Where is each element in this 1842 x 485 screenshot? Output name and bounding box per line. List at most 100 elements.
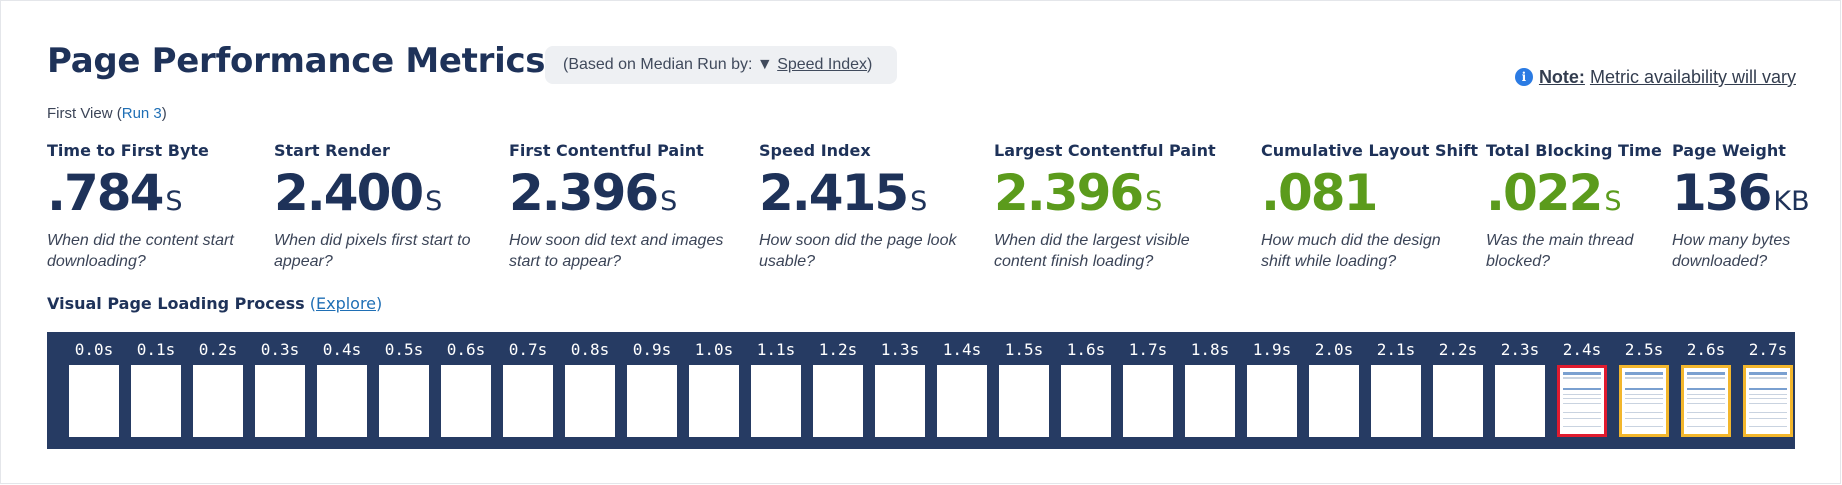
- metric-unit: KB: [1773, 186, 1810, 217]
- frame-time-label: 1.3s: [880, 340, 920, 359]
- frame-thumbnail[interactable]: [1681, 365, 1731, 437]
- frame-thumbnail[interactable]: [1309, 365, 1359, 437]
- filmstrip-frame[interactable]: 0.5s: [379, 332, 429, 449]
- filmstrip-frame[interactable]: 0.4s: [317, 332, 367, 449]
- frame-thumbnail[interactable]: [875, 365, 925, 437]
- filmstrip-frame[interactable]: 2.7s: [1743, 332, 1793, 449]
- filmstrip-frame[interactable]: 1.7s: [1123, 332, 1173, 449]
- frame-thumbnail[interactable]: [1061, 365, 1111, 437]
- thumbnail-content: [1749, 426, 1787, 427]
- frame-thumbnail[interactable]: [1743, 365, 1793, 437]
- filmstrip-frame[interactable]: 1.3s: [875, 332, 925, 449]
- filmstrip-frame[interactable]: 2.0s: [1309, 332, 1359, 449]
- frame-time-label: 2.6s: [1686, 340, 1726, 359]
- explore-link[interactable]: Explore: [316, 294, 376, 313]
- frame-thumbnail[interactable]: [503, 365, 553, 437]
- thumbnail-content: [1625, 388, 1663, 390]
- thumbnail-content: [1563, 426, 1601, 427]
- metric-value: .022: [1486, 164, 1603, 222]
- frame-thumbnail[interactable]: [1247, 365, 1297, 437]
- frame-thumbnail[interactable]: [1371, 365, 1421, 437]
- frame-thumbnail[interactable]: [317, 365, 367, 437]
- frame-time-label: 0.7s: [508, 340, 548, 359]
- frame-thumbnail[interactable]: [1619, 365, 1669, 437]
- frame-time-label: 1.0s: [694, 340, 734, 359]
- frame-thumbnail[interactable]: [627, 365, 677, 437]
- metric-label: Cumulative Layout Shift: [1261, 141, 1478, 160]
- filmstrip-frame[interactable]: 2.6s: [1681, 332, 1731, 449]
- frame-thumbnail[interactable]: [379, 365, 429, 437]
- frame-thumbnail[interactable]: [1123, 365, 1173, 437]
- filmstrip-frame[interactable]: 0.9s: [627, 332, 677, 449]
- frame-thumbnail[interactable]: [565, 365, 615, 437]
- filmstrip-frame[interactable]: 1.6s: [1061, 332, 1111, 449]
- thumbnail-content: [1563, 398, 1601, 399]
- visual-progress-heading: Visual Page Loading Process (Explore): [47, 294, 382, 313]
- thumbnail-content: [1563, 372, 1601, 375]
- thumbnail-content: [1563, 418, 1601, 419]
- metric-description: When did pixels first start to appear?: [274, 232, 471, 270]
- visual-progress-title: Visual Page Loading Process: [47, 294, 305, 313]
- run-link[interactable]: Run 3: [122, 105, 162, 122]
- filmstrip-frame[interactable]: 0.3s: [255, 332, 305, 449]
- frame-time-label: 1.6s: [1066, 340, 1106, 359]
- frame-thumbnail[interactable]: [255, 365, 305, 437]
- metric-label: Start Render: [274, 141, 390, 160]
- thumbnail-content: [1749, 418, 1787, 419]
- frame-thumbnail[interactable]: [131, 365, 181, 437]
- filmstrip-frame[interactable]: 0.1s: [131, 332, 181, 449]
- frame-thumbnail[interactable]: [1185, 365, 1235, 437]
- filmstrip-frame[interactable]: 1.8s: [1185, 332, 1235, 449]
- filmstrip-frame[interactable]: 2.5s: [1619, 332, 1669, 449]
- filmstrip-frame[interactable]: 0.6s: [441, 332, 491, 449]
- metric-unit: S: [1604, 186, 1622, 217]
- metric-note: i Note: Metric availability will vary: [1514, 67, 1796, 88]
- frame-thumbnail[interactable]: [69, 365, 119, 437]
- filmstrip-frame[interactable]: 1.2s: [813, 332, 863, 449]
- frame-thumbnail[interactable]: [999, 365, 1049, 437]
- thumbnail-content: [1563, 394, 1601, 395]
- filmstrip-frame[interactable]: 2.2s: [1433, 332, 1483, 449]
- frame-time-label: 2.7s: [1748, 340, 1788, 359]
- filmstrip-frame[interactable]: 2.1s: [1371, 332, 1421, 449]
- frame-thumbnail[interactable]: [751, 365, 801, 437]
- dropdown-arrow-icon[interactable]: ▼: [757, 56, 773, 73]
- frame-thumbnail[interactable]: [441, 365, 491, 437]
- metric-label: First Contentful Paint: [509, 141, 704, 160]
- frame-thumbnail[interactable]: [937, 365, 987, 437]
- frame-thumbnail[interactable]: [1557, 365, 1607, 437]
- frame-thumbnail[interactable]: [689, 365, 739, 437]
- thumbnail-content: [1687, 398, 1725, 399]
- metric-label: Total Blocking Time: [1486, 141, 1662, 160]
- filmstrip-frame[interactable]: 2.4s: [1557, 332, 1607, 449]
- basis-metric-link[interactable]: Speed Index: [777, 56, 867, 73]
- thumbnail-content: [1749, 398, 1787, 399]
- filmstrip-frame[interactable]: 2.3s: [1495, 332, 1545, 449]
- filmstrip-frame[interactable]: 1.9s: [1247, 332, 1297, 449]
- metric-value: 2.415: [759, 164, 909, 222]
- filmstrip-frame[interactable]: 0.7s: [503, 332, 553, 449]
- metric-value: .081: [1261, 164, 1378, 222]
- median-basis-selector[interactable]: (Based on Median Run by: ▼ Speed Index): [545, 46, 897, 84]
- thumbnail-content: [1687, 377, 1725, 379]
- filmstrip-frame[interactable]: 1.1s: [751, 332, 801, 449]
- frame-time-label: 0.6s: [446, 340, 486, 359]
- frame-thumbnail[interactable]: [1495, 365, 1545, 437]
- frame-time-label: 2.2s: [1438, 340, 1478, 359]
- metric-description: When did the largest visible content fin…: [994, 232, 1190, 270]
- filmstrip-frame[interactable]: 1.5s: [999, 332, 1049, 449]
- filmstrip-frame[interactable]: 0.8s: [565, 332, 615, 449]
- filmstrip-frame[interactable]: 1.4s: [937, 332, 987, 449]
- frame-thumbnail[interactable]: [1433, 365, 1483, 437]
- frame-thumbnail[interactable]: [193, 365, 243, 437]
- note-text[interactable]: Metric availability will vary: [1590, 67, 1796, 87]
- thumbnail-content: [1687, 418, 1725, 419]
- frame-thumbnail[interactable]: [813, 365, 863, 437]
- filmstrip-frame[interactable]: 0.0s: [69, 332, 119, 449]
- basis-prefix: (Based on Median Run by:: [563, 56, 757, 73]
- filmstrip-frame[interactable]: 1.0s: [689, 332, 739, 449]
- thumbnail-content: [1563, 377, 1601, 379]
- frame-time-label: 0.5s: [384, 340, 424, 359]
- first-view-prefix: First View (: [47, 105, 122, 122]
- filmstrip-frame[interactable]: 0.2s: [193, 332, 243, 449]
